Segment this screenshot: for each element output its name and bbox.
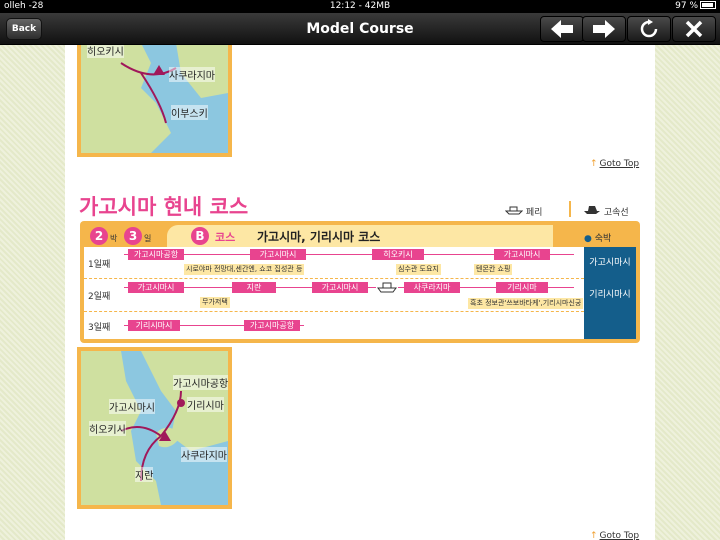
- page-content: 히오키시 사쿠라지마 이부스키 ↑ Goto Top 가고시마 현내 코스 페리 …: [65, 45, 655, 540]
- itinerary-row-day3: 3일째 기리시마시 가고시마공항: [84, 312, 584, 339]
- bottom-map-image: 가고시마공항 가고시마시 기리시마 히오키시 사쿠라지마 지란: [81, 351, 228, 505]
- battery-icon: [700, 1, 716, 9]
- nights-unit: 박: [110, 234, 118, 243]
- reload-icon: [640, 19, 658, 38]
- course-name: 가고시마, 기리시마 코스: [257, 230, 381, 244]
- stop-tag: 사쿠라지마: [404, 282, 460, 293]
- course-badge-label: 코스: [215, 231, 236, 244]
- ferry-icon: [504, 206, 524, 215]
- stop-tag: 가고시마공항: [244, 320, 300, 331]
- right-margin: [655, 45, 720, 540]
- top-map: 히오키시 사쿠라지마 이부스키: [77, 45, 232, 157]
- course-box: 2 박 3 일 B 코스 가고시마, 기리시마 코스 ● 숙박 1일째 가고시마…: [80, 221, 640, 343]
- itinerary-row-day1: 1일째 가고시마공항 가고시마시 히오키시 가고시마시 시로야마 전망대,센간엔…: [84, 247, 584, 279]
- map-label-chiran: 지란: [135, 467, 154, 482]
- top-map-image: 히오키시 사쿠라지마 이부스키: [81, 45, 228, 153]
- map-label-sakurajima: 사쿠라지마: [181, 447, 227, 462]
- legend-ferry: 페리: [504, 205, 543, 218]
- note-tag: 시로야마 전망대,센간엔, 쇼코 집성관 등: [184, 264, 305, 275]
- goto-top-label: Goto Top: [599, 159, 640, 169]
- legend-divider: [569, 201, 571, 217]
- stop-tag: 가고시마시: [494, 249, 550, 260]
- legend-highspeed-label: 고속선: [603, 208, 629, 218]
- stop-tag: 기리시마: [496, 282, 548, 293]
- up-arrow-icon: ↑: [590, 159, 598, 169]
- battery-label: 97 %: [675, 1, 698, 11]
- map-label-hiokishi: 히오키시: [89, 421, 126, 436]
- section-title: 가고시마 현내 코스: [79, 195, 249, 219]
- map-label-kirishima: 기리시마: [187, 397, 224, 412]
- day-label: 2일째: [88, 292, 111, 302]
- nights-badge: 2: [90, 227, 108, 245]
- itinerary-table: 1일째 가고시마공항 가고시마시 히오키시 가고시마시 시로야마 전망대,센간엔…: [84, 247, 636, 339]
- note-tag: 무가저택: [200, 297, 230, 308]
- goto-top-label: Goto Top: [599, 531, 640, 540]
- bottom-map: 가고시마공항 가고시마시 기리시마 히오키시 사쿠라지마 지란: [77, 347, 232, 509]
- left-arrow-icon: [551, 20, 573, 38]
- day-label: 1일째: [88, 260, 111, 270]
- stay-header: ● 숙박: [584, 231, 611, 244]
- stay-header-label: 숙박: [594, 234, 612, 244]
- moon-icon: ●: [584, 234, 592, 244]
- note-tag: 텐몬칸 쇼핑: [474, 264, 513, 275]
- legend-ferry-label: 페리: [525, 208, 543, 218]
- note-tag: 심수관 도요지: [396, 264, 441, 275]
- stop-tag: 가고시마시: [312, 282, 368, 293]
- stop-tag: 지란: [232, 282, 276, 293]
- goto-top-link[interactable]: ↑ Goto Top: [590, 159, 639, 169]
- days-unit: 일: [144, 234, 152, 243]
- stop-tag: 가고시마공항: [128, 249, 184, 260]
- stop-tag: 히오키시: [372, 249, 424, 260]
- reload-button[interactable]: [627, 16, 671, 42]
- map-label-airport: 가고시마공항: [173, 375, 228, 390]
- top-map-land: [81, 45, 228, 153]
- stay-cell-day3: [584, 312, 636, 339]
- status-bar: olleh -28 12:12 - 42MB 97 %: [0, 0, 720, 13]
- left-margin: [0, 45, 65, 540]
- stay-cell-day2: 기리시마시: [584, 279, 636, 312]
- map-label-hiokishi: 히오키시: [87, 45, 124, 58]
- battery-indicator: 97 %: [675, 0, 716, 13]
- stop-tag: 가고시마시: [250, 249, 306, 260]
- map-label-sakurajima: 사쿠라지마: [169, 67, 215, 82]
- course-header: 2 박 3 일 B 코스 가고시마, 기리시마 코스 ● 숙박: [84, 225, 636, 247]
- up-arrow-icon: ↑: [590, 531, 598, 540]
- ferry-icon: [376, 281, 398, 293]
- legend-highspeed: 고속선: [583, 203, 629, 218]
- map-label-ibusuki: 이부스키: [171, 105, 208, 120]
- note-tag: 흑초 정보관'쓰보바타케',기리시마신궁: [468, 298, 584, 309]
- close-icon: [685, 20, 703, 38]
- course-badge: B: [191, 227, 209, 245]
- itinerary-row-day2: 2일째 가고시마시 지란 가고시마시 사쿠라지마 기리시마 무가저택 흑초 정보…: [84, 279, 584, 312]
- highspeed-ship-icon: [584, 206, 600, 214]
- course-tab: B 코스 가고시마, 기리시마 코스: [167, 225, 553, 247]
- stop-tag: 가고시마시: [128, 282, 184, 293]
- map-label-kagoshima: 가고시마시: [109, 399, 155, 414]
- day-label: 3일째: [88, 323, 111, 333]
- goto-top-link[interactable]: ↑ Goto Top: [590, 531, 639, 540]
- navigation-bar: Back Model Course: [0, 13, 720, 45]
- next-button[interactable]: [582, 16, 626, 42]
- right-arrow-icon: [593, 20, 615, 38]
- days-badge: 3: [124, 227, 142, 245]
- stay-cell-day1: 가고시마시: [584, 247, 636, 279]
- time-label: 12:12 - 42MB: [329, 1, 391, 11]
- stop-tag: 기리시마시: [128, 320, 180, 331]
- close-button[interactable]: [672, 16, 716, 42]
- prev-button[interactable]: [540, 16, 584, 42]
